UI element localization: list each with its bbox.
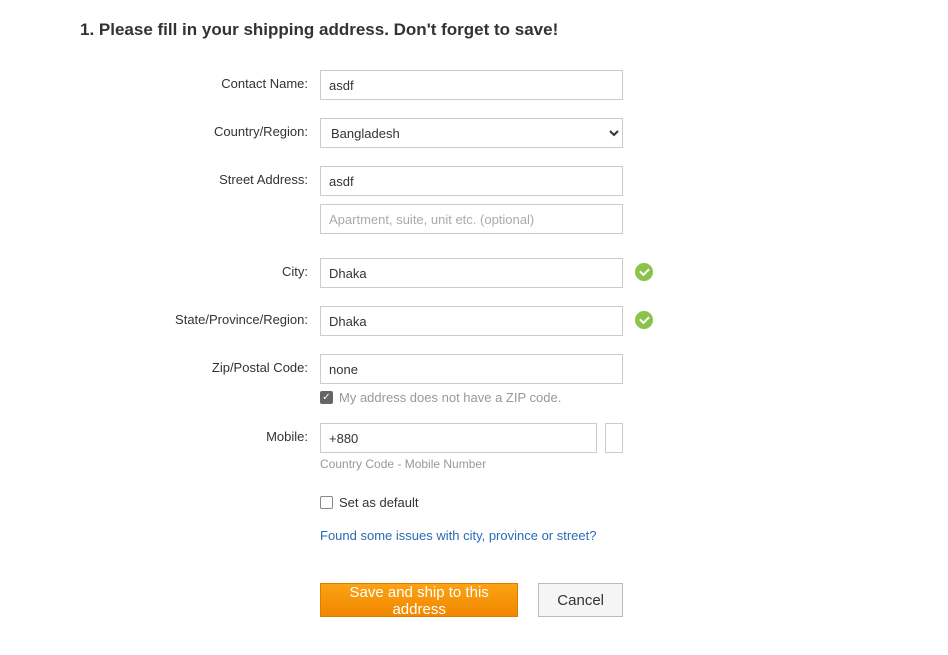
row-issues-link: Found some issues with city, province or… (80, 528, 868, 543)
city-input[interactable] (320, 258, 623, 288)
country-select[interactable]: Bangladesh (320, 118, 623, 148)
checkmark-icon (635, 263, 653, 281)
row-zip: Zip/Postal Code: ✓ My address does not h… (80, 354, 868, 405)
row-mobile: Mobile: Country Code - Mobile Number (80, 423, 868, 471)
checkmark-icon (635, 311, 653, 329)
no-zip-label: My address does not have a ZIP code. (339, 390, 561, 405)
row-state: State/Province/Region: (80, 306, 868, 336)
no-zip-checkbox[interactable]: ✓ (320, 391, 333, 404)
label-mobile: Mobile: (80, 423, 320, 444)
label-street: Street Address: (80, 166, 320, 187)
set-default-label: Set as default (339, 495, 419, 510)
row-buttons: Save and ship to this address Cancel (80, 561, 868, 617)
contact-name-input[interactable] (320, 70, 623, 100)
state-input[interactable] (320, 306, 623, 336)
shipping-address-form: 1. Please fill in your shipping address.… (0, 0, 948, 655)
row-street2 (80, 204, 868, 234)
label-city: City: (80, 258, 320, 279)
mobile-country-code-input[interactable] (320, 423, 597, 453)
row-city: City: (80, 258, 868, 288)
street-address-2-input[interactable] (320, 204, 623, 234)
page-title: 1. Please fill in your shipping address.… (80, 20, 868, 40)
row-set-default: Set as default (80, 489, 868, 510)
label-country: Country/Region: (80, 118, 320, 139)
cancel-button[interactable]: Cancel (538, 583, 623, 617)
row-contact-name: Contact Name: (80, 70, 868, 100)
row-country: Country/Region: Bangladesh (80, 118, 868, 148)
mobile-number-input[interactable] (605, 423, 623, 453)
street-address-input[interactable] (320, 166, 623, 196)
row-street: Street Address: (80, 166, 868, 196)
issues-link[interactable]: Found some issues with city, province or… (320, 528, 597, 543)
no-zip-checkbox-row: ✓ My address does not have a ZIP code. (320, 390, 623, 405)
label-contact-name: Contact Name: (80, 70, 320, 91)
mobile-hint: Country Code - Mobile Number (320, 457, 623, 471)
set-default-checkbox-row: Set as default (320, 495, 623, 510)
save-button[interactable]: Save and ship to this address (320, 583, 518, 617)
label-state: State/Province/Region: (80, 306, 320, 327)
set-default-checkbox[interactable] (320, 496, 333, 509)
zip-input[interactable] (320, 354, 623, 384)
label-zip: Zip/Postal Code: (80, 354, 320, 375)
